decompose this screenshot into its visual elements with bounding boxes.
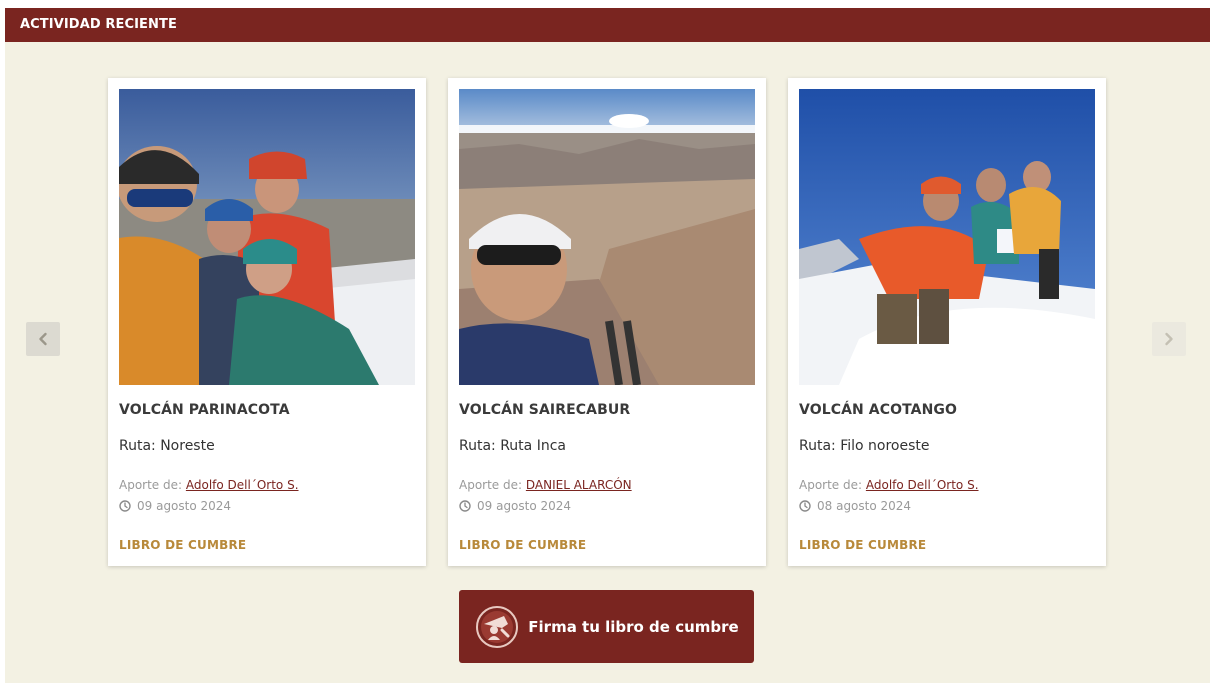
date-text: 09 agosto 2024 [137,499,232,513]
card-date: 09 agosto 2024 [119,499,231,513]
section-header: ACTIVIDAD RECIENTE [5,8,1210,42]
summit-book-link[interactable]: LIBRO DE CUMBRE [799,538,926,552]
card-title[interactable]: VOLCÁN ACOTANGO [799,402,957,418]
date-text: 09 agosto 2024 [477,499,572,513]
summit-photo[interactable] [119,89,415,385]
date-text: 08 agosto 2024 [817,499,912,513]
card-contributor: Aporte de: DANIEL ALARCÓN [459,478,632,492]
summit-photo[interactable] [459,89,755,385]
card-contributor: Aporte de: Adolfo Dell´Orto S. [799,478,979,492]
sign-summit-book-label: Firma tu libro de cumbre [528,617,739,636]
summit-book-icon [476,605,519,648]
clock-icon [119,500,131,512]
carousel-prev-button[interactable] [26,322,60,356]
contributor-prefix: Aporte de: [799,478,863,492]
card-title[interactable]: VOLCÁN PARINACOTA [119,402,290,418]
chevron-left-icon [39,332,47,346]
card-contributor: Aporte de: Adolfo Dell´Orto S. [119,478,299,492]
contributor-prefix: Aporte de: [119,478,183,492]
clock-icon [459,500,471,512]
carousel-next-button[interactable] [1152,322,1186,356]
card-title[interactable]: VOLCÁN SAIRECABUR [459,402,630,418]
chevron-right-icon [1165,332,1173,346]
summit-photo[interactable] [799,89,1095,385]
sign-summit-book-button[interactable]: Firma tu libro de cumbre [459,590,754,663]
contributor-link[interactable]: Adolfo Dell´Orto S. [866,478,979,492]
card-route: Ruta: Ruta Inca [459,438,566,454]
card-route: Ruta: Noreste [119,438,215,454]
contributor-link[interactable]: DANIEL ALARCÓN [526,478,632,492]
card-date: 08 agosto 2024 [799,499,911,513]
section-title: ACTIVIDAD RECIENTE [20,17,177,32]
clock-icon [799,500,811,512]
summit-book-link[interactable]: LIBRO DE CUMBRE [459,538,586,552]
card-route: Ruta: Filo noroeste [799,438,930,454]
activity-card: VOLCÁN PARINACOTA Ruta: Noreste Aporte d… [108,78,426,566]
summit-book-link[interactable]: LIBRO DE CUMBRE [119,538,246,552]
contributor-prefix: Aporte de: [459,478,523,492]
recent-activity-section: ACTIVIDAD RECIENTE VOLCÁN PARINACOTA Rut… [5,8,1210,683]
activity-card: VOLCÁN SAIRECABUR Ruta: Ruta Inca Aporte… [448,78,766,566]
activity-card: VOLCÁN ACOTANGO Ruta: Filo noroeste Apor… [788,78,1106,566]
contributor-link[interactable]: Adolfo Dell´Orto S. [186,478,299,492]
card-date: 09 agosto 2024 [459,499,571,513]
